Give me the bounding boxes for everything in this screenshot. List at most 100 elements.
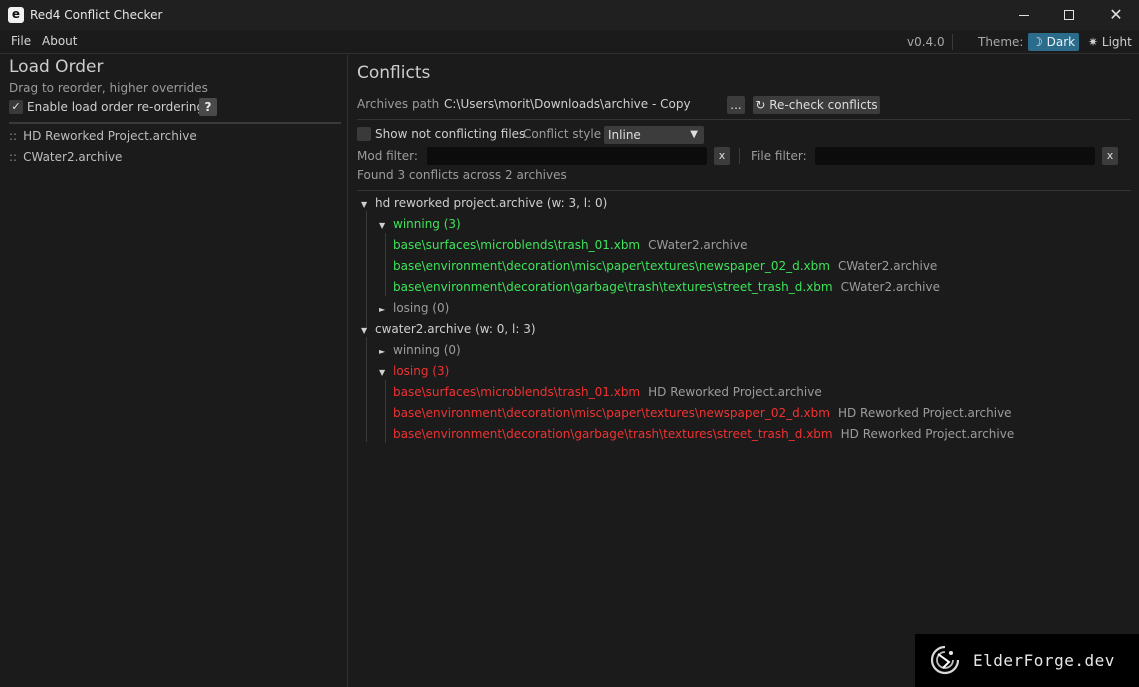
recheck-conflicts-button[interactable]: ↻ Re-check conflicts [753,96,880,114]
drag-handle-icon[interactable]: :: [9,150,17,164]
enable-reorder-label[interactable]: Enable load order re-ordering [27,100,204,114]
archive-node[interactable]: ▼ hd reworked project.archive (w: 3, l: 0… [361,196,607,210]
menu-separator [952,34,953,50]
title-bar: e Red4 Conflict Checker ✕ [0,0,1139,30]
filter-separator [739,148,740,164]
tree-guide [366,211,367,328]
load-order-item-label: HD Reworked Project.archive [23,129,197,143]
enable-reorder-checkbox[interactable]: ✓ [9,100,23,114]
expanded-arrow-icon[interactable]: ▼ [361,326,375,335]
other-archive: HD Reworked Project.archive [837,406,1012,420]
recheck-label: Re-check conflicts [769,98,878,112]
conflict-file-row[interactable]: base\environment\decoration\misc\paper\t… [393,406,1012,420]
losing-node[interactable]: ▼ losing (3) [379,364,449,378]
load-order-item[interactable]: :: HD Reworked Project.archive [9,129,197,143]
theme-dark-button[interactable]: ☽ Dark [1028,33,1080,51]
conflict-file-row[interactable]: base\surfaces\microblends\trash_01.xbm CW… [393,238,747,252]
summary-divider [357,190,1131,191]
moon-icon: ☽ [1032,35,1043,49]
archive-header: cwater2.archive (w: 0, l: 3) [375,322,536,336]
losing-node[interactable]: ► losing (0) [379,301,449,315]
conflict-style-label: Conflict style [523,127,602,141]
conflict-summary: Found 3 conflicts across 2 archives [357,168,567,182]
menu-file[interactable]: File [11,34,31,48]
expanded-arrow-icon[interactable]: ▼ [379,221,393,230]
mod-filter-label: Mod filter: [357,149,418,163]
toolbar-divider [357,119,1131,120]
archive-node[interactable]: ▼ cwater2.archive (w: 0, l: 3) [361,322,536,336]
collapsed-arrow-icon[interactable]: ► [379,347,393,356]
watermark: ElderForge.dev [915,634,1139,687]
check-icon: ✓ [11,100,21,113]
show-not-conflicting-label[interactable]: Show not conflicting files [375,127,525,141]
minimize-icon [1019,15,1029,16]
app-icon: e [8,7,24,23]
collapsed-arrow-icon[interactable]: ► [379,305,393,314]
maximize-button[interactable] [1047,0,1093,30]
load-order-divider [9,122,341,124]
other-archive: CWater2.archive [837,259,938,273]
other-archive: CWater2.archive [648,238,748,252]
conflict-file-row[interactable]: base\environment\decoration\misc\paper\t… [393,259,937,273]
tree-guide [385,233,386,296]
version-label: v0.4.0 [907,35,945,49]
conflicts-title: Conflicts [357,63,431,83]
close-icon: ✕ [1109,5,1123,24]
load-order-item[interactable]: :: CWater2.archive [9,150,122,164]
tree-guide [366,337,367,442]
minimize-button[interactable] [1001,0,1047,30]
conflicts-panel: Conflicts Archives path C:\Users\morit\D… [349,55,1139,687]
load-order-item-label: CWater2.archive [23,150,123,164]
losing-label: losing (3) [393,364,450,378]
conflict-file-row[interactable]: base\environment\decoration\garbage\tras… [393,427,1014,441]
window-title: Red4 Conflict Checker [30,8,163,22]
conflict-file-row[interactable]: base\environment\decoration\garbage\tras… [393,280,940,294]
drag-handle-icon[interactable]: :: [9,129,17,143]
maximize-icon [1064,10,1074,20]
browse-button[interactable]: ... [727,96,745,114]
sun-icon: ✷ [1088,35,1099,49]
other-archive: HD Reworked Project.archive [648,385,822,399]
file-filter-label: File filter: [751,149,807,163]
file-path: base\surfaces\microblends\trash_01.xbm [393,385,641,399]
file-path: base\environment\decoration\garbage\tras… [393,427,833,441]
help-button[interactable]: ? [199,98,217,116]
chevron-down-icon: ▼ [690,129,698,140]
archive-header: hd reworked project.archive (w: 3, l: 0) [375,196,608,210]
theme-light-label: Light [1101,35,1132,49]
load-order-subtitle: Drag to reorder, higher overrides [9,81,208,95]
load-order-panel: Load Order Drag to reorder, higher overr… [0,55,348,687]
menu-about[interactable]: About [42,34,77,48]
winning-node[interactable]: ► winning (0) [379,343,461,357]
other-archive: CWater2.archive [840,280,940,294]
load-order-title: Load Order [9,57,104,77]
expanded-arrow-icon[interactable]: ▼ [379,368,393,377]
menu-bar: File About v0.4.0 Theme: ☽ Dark ✷ Light [0,30,1139,54]
watermark-text: ElderForge.dev [973,651,1115,670]
file-path: base\environment\decoration\garbage\tras… [393,280,833,294]
clear-mod-filter-button[interactable]: x [714,147,730,165]
file-path: base\environment\decoration\misc\paper\t… [393,259,830,273]
conflict-style-select[interactable]: Inline ▼ [604,126,704,144]
expanded-arrow-icon[interactable]: ▼ [361,200,375,209]
other-archive: HD Reworked Project.archive [840,427,1015,441]
file-path: base\surfaces\microblends\trash_01.xbm [393,238,641,252]
file-filter-input[interactable] [815,147,1095,165]
theme-dark-label: Dark [1046,35,1076,49]
archives-path-value: C:\Users\morit\Downloads\archive - Copy [444,97,691,111]
winning-node[interactable]: ▼ winning (3) [379,217,461,231]
show-not-conflicting-checkbox[interactable] [357,127,371,141]
conflict-style-value: Inline [608,128,641,142]
close-button[interactable]: ✕ [1093,0,1139,30]
archives-path-label: Archives path [357,97,440,111]
elderforge-logo-icon [930,645,960,675]
winning-label: winning (0) [393,343,461,357]
file-path: base\environment\decoration\misc\paper\t… [393,406,830,420]
mod-filter-input[interactable] [427,147,707,165]
clear-file-filter-button[interactable]: x [1102,147,1118,165]
theme-light-button[interactable]: ✷ Light [1084,33,1136,51]
tree-guide [385,380,386,443]
conflict-file-row[interactable]: base\surfaces\microblends\trash_01.xbm HD… [393,385,822,399]
theme-label: Theme: [978,35,1024,49]
refresh-icon: ↻ [755,98,766,112]
